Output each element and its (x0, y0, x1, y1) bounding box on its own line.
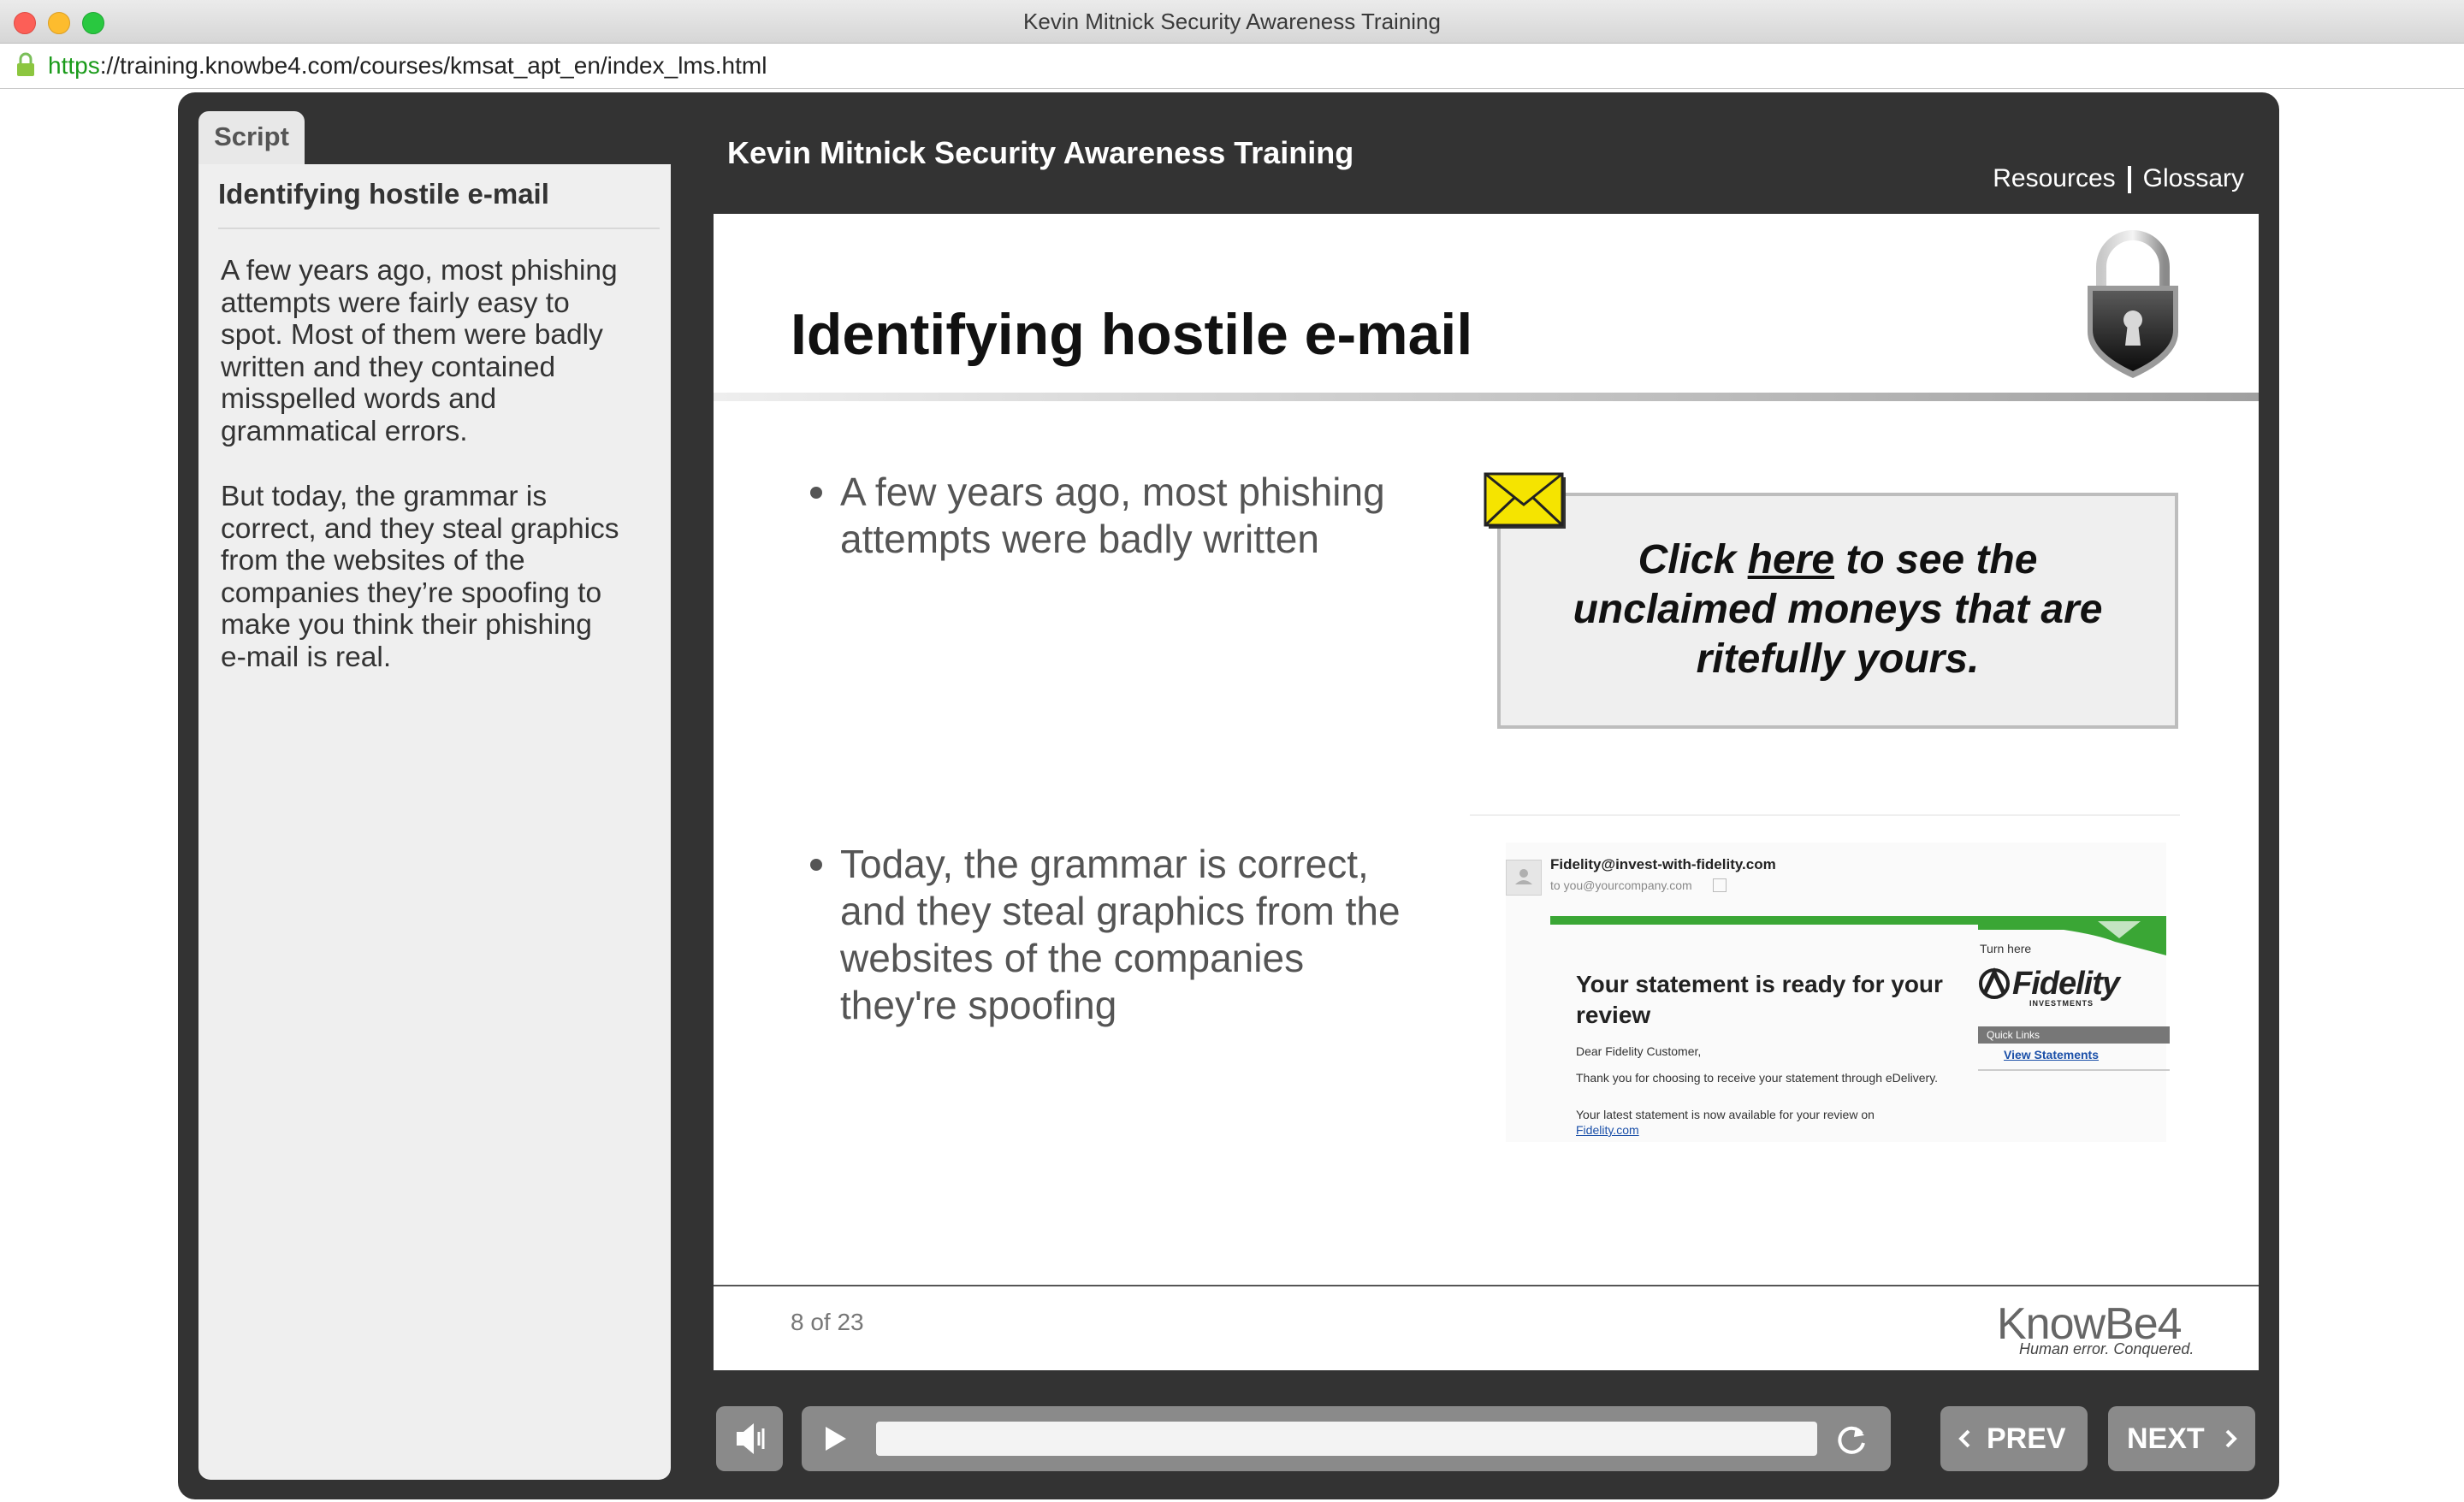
bullet-2: Today, the grammar is correct, and they … (840, 841, 1439, 1029)
script-line: A few years ago, most phishing (221, 255, 618, 287)
phishing-text-pre: Click (1638, 537, 1748, 582)
bullet-1: A few years ago, most phishing attempts … (840, 469, 1439, 563)
bullet-line: and they steal graphics from the (840, 889, 1401, 933)
script-line: misspelled words and (221, 383, 497, 415)
quick-links-header: Quick Links (1978, 1026, 2170, 1044)
email-from: Fidelity@invest-with-fidelity.com (1550, 856, 1776, 872)
bullet-marker (810, 487, 822, 499)
view-statements-link[interactable]: View Statements (2004, 1048, 2099, 1061)
email-greeting: Dear Fidelity Customer, (1576, 1044, 1702, 1058)
speaker-icon (737, 1423, 765, 1454)
slide-counter: 8 of 23 (791, 1309, 864, 1335)
knowbe4-tagline: Human error. Conquered. (2019, 1340, 2194, 1357)
script-line: correct, and they steal graphics (221, 512, 619, 545)
slide-footer-rule (714, 1285, 2259, 1286)
email-body-2: Your latest statement is now available f… (1576, 1108, 1875, 1121)
script-divider (218, 228, 660, 229)
email-brand: Fidelity (2012, 966, 2120, 1002)
email-headline-line: review (1576, 1002, 1651, 1028)
lock-icon (17, 52, 34, 76)
progress-track[interactable] (876, 1422, 1817, 1456)
bullet-line: Today, the grammar is correct, (840, 842, 1369, 886)
script-line: spot. Most of them were badly (221, 319, 603, 351)
script-paragraph-1: A few years ago, most phishing attempts … (221, 255, 657, 447)
script-line: But today, the grammar is (221, 481, 548, 512)
email-banner-stripe (1550, 916, 2166, 955)
script-line: grammatical errors. (221, 415, 468, 447)
slide-heading-rule (714, 393, 2259, 401)
example-separator (1470, 814, 2180, 816)
chevron-left-icon (1958, 1429, 1970, 1448)
email-brand-sub: INVESTMENTS (2029, 999, 2094, 1008)
sender-avatar (1506, 860, 1542, 896)
script-line: make you think their phishing (221, 609, 592, 641)
email-headline-line: Your statement is ready for your (1576, 971, 1943, 997)
phishing-example-text: Click here to see the unclaimed moneys t… (1523, 535, 2153, 684)
email-to: to you@yourcompany.com (1550, 878, 1692, 892)
volume-button[interactable] (716, 1406, 783, 1471)
padlock-icon (2088, 230, 2178, 378)
phishing-here-link[interactable]: here (1748, 537, 1834, 582)
window-titlebar: Kevin Mitnick Security Awareness Trainin… (0, 0, 2464, 44)
bullet-marker (810, 859, 822, 871)
url-scheme: https (48, 52, 100, 79)
resources-link[interactable]: Resources (1993, 164, 2115, 192)
tab-script[interactable]: Script (198, 111, 305, 164)
spoofed-email-screenshot: Fidelity@invest-with-fidelity.com to you… (1506, 843, 2173, 1142)
envelope-icon (1484, 472, 1566, 529)
bullet-line: they're spoofing (840, 983, 1117, 1027)
phishing-text-post: to see the (1834, 537, 2038, 582)
bullet-line: websites of the companies (840, 936, 1305, 980)
phishing-line-1: Click here to see the (1523, 535, 2153, 585)
email-headline: Your statement is ready for your review (1576, 969, 1943, 1031)
address-bar[interactable]: https://training.knowbe4.com/courses/kms… (0, 44, 2464, 89)
bullet-line: attempts were badly written (840, 517, 1319, 561)
chevron-down-icon (1713, 878, 1727, 892)
chevron-right-icon (2225, 1429, 2237, 1448)
phishing-line-2: unclaimed moneys that are (1573, 587, 2103, 632)
phishing-line-3: ritefully yours. (1696, 636, 1980, 682)
link-separator (2127, 166, 2131, 193)
script-paragraph-2: But today, the grammar is correct, and t… (221, 481, 657, 673)
script-line: attempts were fairly easy to (221, 287, 570, 319)
glossary-link[interactable]: Glossary (2143, 164, 2244, 192)
email-body-1: Thank you for choosing to receive your s… (1576, 1071, 1939, 1085)
slide-heading: Identifying hostile e-mail (791, 302, 1473, 367)
next-label: NEXT (2127, 1422, 2205, 1455)
script-line: e-mail is real. (221, 641, 392, 673)
script-line: from the websites of the (221, 545, 525, 577)
prev-button[interactable]: PREV (1940, 1406, 2088, 1471)
play-icon[interactable] (817, 1422, 851, 1456)
email-body-link[interactable]: Fidelity.com (1576, 1123, 1639, 1137)
script-line: companies they’re spoofing to (221, 577, 602, 609)
bullet-line: A few years ago, most phishing (840, 470, 1385, 514)
slide-canvas (714, 214, 2259, 1370)
replay-icon[interactable] (1833, 1422, 1869, 1458)
header-links: Resources Glossary (1993, 164, 2244, 193)
email-turn-here: Turn here (1980, 942, 2032, 955)
script-title: Identifying hostile e-mail (218, 178, 549, 210)
prev-label: PREV (1987, 1422, 2066, 1455)
course-title: Kevin Mitnick Security Awareness Trainin… (727, 135, 1354, 170)
person-icon (1515, 869, 1532, 884)
url-rest: ://training.knowbe4.com/courses/kmsat_ap… (99, 52, 767, 79)
script-line: written and they contained (221, 351, 556, 383)
window-title: Kevin Mitnick Security Awareness Trainin… (1023, 9, 1441, 34)
url-text[interactable]: https://training.knowbe4.com/courses/kms… (48, 44, 767, 88)
next-button[interactable]: NEXT (2108, 1406, 2255, 1471)
fidelity-logo-icon (1979, 967, 2010, 999)
